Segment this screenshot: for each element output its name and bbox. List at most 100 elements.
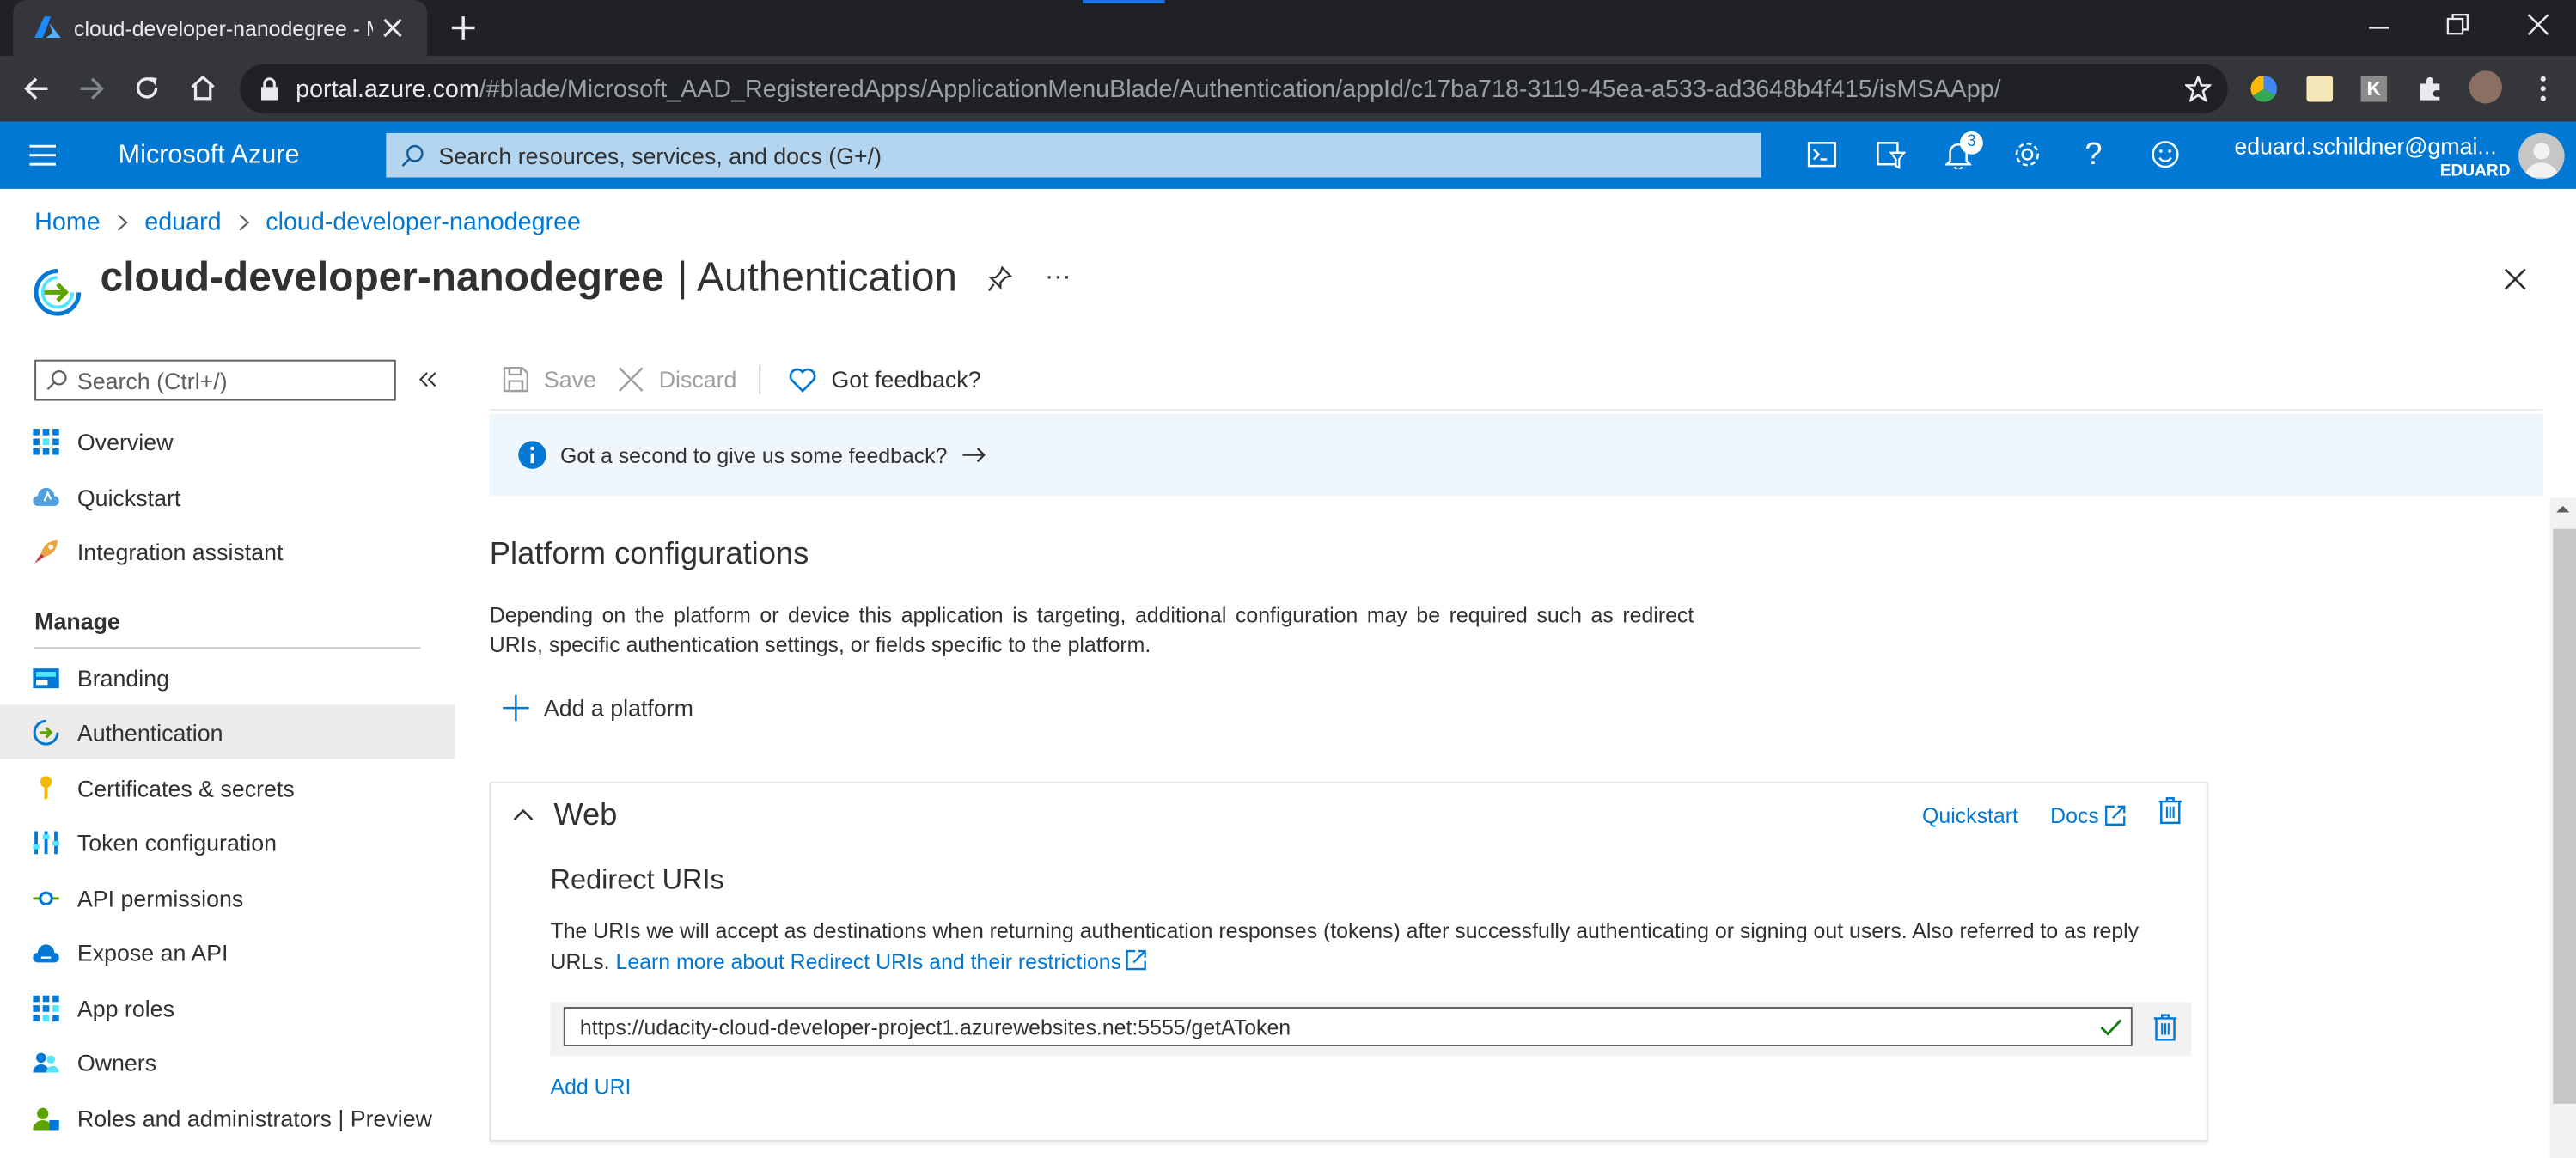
sidebar-item-authentication[interactable]: Authentication xyxy=(0,704,455,759)
sidebar-item-token-configuration[interactable]: Token configuration xyxy=(0,814,455,868)
profile-avatar[interactable] xyxy=(2469,70,2502,104)
azure-top-bar: Microsoft Azure Search resources, servic… xyxy=(0,121,2576,189)
sidebar-item-roles-administrators[interactable]: Roles and administrators | Preview xyxy=(0,1091,455,1145)
tab-close-icon[interactable] xyxy=(382,18,402,38)
sidebar-divider xyxy=(34,647,421,649)
breadcrumb-app[interactable]: cloud-developer-nanodegree xyxy=(266,209,581,237)
breadcrumb-home[interactable]: Home xyxy=(34,209,101,237)
sidebar-item-label: Expose an API xyxy=(76,938,229,966)
save-icon xyxy=(503,367,528,393)
redirect-uris-description: The URIs we will accept as destinations … xyxy=(551,915,2152,978)
sidebar-item-app-roles[interactable]: App roles xyxy=(0,980,455,1034)
sidebar-item-label: Token configuration xyxy=(76,828,278,856)
home-icon[interactable] xyxy=(189,74,217,102)
window-close-icon[interactable] xyxy=(2527,13,2550,36)
sidebar-search-input[interactable]: Search (Ctrl+/) xyxy=(34,359,396,401)
add-uri-link[interactable]: Add URI xyxy=(551,1074,632,1099)
extension-notes-icon[interactable] xyxy=(2306,75,2334,102)
browser-tab[interactable]: cloud-developer-nanodegree - Microsoft A… xyxy=(13,0,428,57)
pin-icon[interactable] xyxy=(987,265,1012,293)
collapse-chevron-up-icon[interactable] xyxy=(513,808,534,821)
sidebar-item-certificates[interactable]: Certificates & secrets xyxy=(0,760,455,814)
web-docs-link[interactable]: Docs xyxy=(2050,803,2125,828)
settings-gear-icon[interactable] xyxy=(2012,140,2042,169)
learn-more-redirect-link[interactable]: Learn more about Redirect URIs and their… xyxy=(616,949,1122,974)
overview-grid-icon xyxy=(33,428,59,454)
redirect-uri-row: https://udacity-cloud-developer-project1… xyxy=(550,1002,2192,1057)
sidebar-item-label: Roles and administrators | Preview xyxy=(76,1104,432,1131)
new-tab-icon[interactable] xyxy=(450,15,477,41)
extension-drive-icon[interactable] xyxy=(2250,75,2278,102)
arrow-right-icon xyxy=(961,448,986,463)
lock-icon[interactable] xyxy=(259,77,279,101)
azure-brand[interactable]: Microsoft Azure xyxy=(119,141,300,170)
command-separator xyxy=(759,364,761,394)
sidebar-item-label: Authentication xyxy=(76,718,223,746)
app-roles-grid-icon xyxy=(33,994,59,1021)
reload-icon[interactable] xyxy=(133,74,162,102)
scrollbar-thumb[interactable] xyxy=(2553,528,2576,1104)
redirect-uri-input[interactable]: https://udacity-cloud-developer-project1… xyxy=(563,1007,2133,1046)
sidebar-item-branding[interactable]: Branding xyxy=(0,650,455,704)
save-label: Save xyxy=(543,366,596,393)
breadcrumb-chevron-icon xyxy=(117,214,128,232)
tab-title: cloud-developer-nanodegree - Microsoft A… xyxy=(74,15,373,40)
user-avatar[interactable] xyxy=(2518,132,2565,180)
sidebar-item-quickstart[interactable]: Quickstart xyxy=(0,470,455,524)
sidebar-item-expose-api[interactable]: Expose an API xyxy=(0,924,455,978)
global-search-input[interactable]: Search resources, services, and docs (G+… xyxy=(386,132,1761,178)
sidebar-item-api-permissions[interactable]: API permissions xyxy=(0,870,455,924)
delete-platform-trash-icon[interactable] xyxy=(2158,796,2182,825)
bookmark-star-icon[interactable] xyxy=(2184,75,2212,102)
extensions-puzzle-icon[interactable] xyxy=(2417,76,2444,102)
content-scrollbar[interactable] xyxy=(2549,497,2576,1158)
platform-configurations-description: Depending on the platform or device this… xyxy=(489,602,1694,657)
external-link-icon xyxy=(1125,949,1145,971)
cloud-shell-icon[interactable] xyxy=(1807,141,1836,168)
got-feedback-button[interactable]: Got feedback? xyxy=(789,363,981,396)
extension-k-icon[interactable]: K xyxy=(2360,75,2388,102)
close-blade-icon[interactable] xyxy=(2504,268,2527,291)
collapse-sidebar-icon[interactable] xyxy=(418,371,437,387)
restore-icon[interactable] xyxy=(2446,13,2469,36)
azure-favicon-icon xyxy=(34,16,61,40)
sidebar-item-integration-assistant[interactable]: Integration assistant xyxy=(0,524,455,578)
heart-icon xyxy=(789,367,816,392)
web-quickstart-link[interactable]: Quickstart xyxy=(1922,803,2018,828)
page-title: cloud-developer-nanodegree | Authenticat… xyxy=(101,254,957,302)
user-email[interactable]: eduard.schildner@gmai... xyxy=(2234,133,2496,160)
chrome-menu-icon[interactable] xyxy=(2540,76,2547,102)
sidebar-item-owners[interactable]: Owners xyxy=(0,1035,455,1089)
save-button[interactable]: Save xyxy=(503,363,596,396)
quickstart-cloud-icon xyxy=(33,486,59,505)
tab-drag-indicator xyxy=(1083,0,1165,3)
web-platform-card: Web Quickstart Docs Redirect URIs The UR… xyxy=(489,782,2208,1142)
back-icon[interactable] xyxy=(23,76,50,102)
expose-api-cloud-icon xyxy=(33,943,59,962)
delete-uri-trash-icon[interactable] xyxy=(2153,1014,2177,1042)
address-bar[interactable]: portal.azure.com/#blade/Microsoft_AAD_Re… xyxy=(240,64,2228,113)
minimize-icon[interactable] xyxy=(2367,16,2390,40)
page-title-section: | Authentication xyxy=(676,254,958,301)
search-icon xyxy=(401,143,424,167)
discard-icon xyxy=(618,367,644,392)
scroll-up-icon[interactable] xyxy=(2549,497,2576,521)
directory-filter-icon[interactable] xyxy=(1877,140,1906,169)
global-search-placeholder: Search resources, services, and docs (G+… xyxy=(438,142,882,168)
forward-icon[interactable] xyxy=(79,76,106,102)
owners-people-icon xyxy=(33,1051,59,1072)
more-actions-icon[interactable]: ··· xyxy=(1045,263,1071,292)
browser-toolbar: portal.azure.com/#blade/Microsoft_AAD_Re… xyxy=(0,56,2576,122)
sidebar-item-label: Branding xyxy=(76,664,170,691)
url-host: portal.azure.com xyxy=(296,74,479,103)
breadcrumb-directory[interactable]: eduard xyxy=(144,209,221,237)
info-icon xyxy=(518,441,546,469)
feedback-banner[interactable]: Got a second to give us some feedback? xyxy=(489,413,2543,497)
sidebar-search-placeholder: Search (Ctrl+/) xyxy=(76,367,228,393)
portal-menu-icon[interactable] xyxy=(29,144,57,166)
help-icon[interactable]: ? xyxy=(2085,138,2102,174)
sidebar-item-overview[interactable]: Overview xyxy=(0,414,455,468)
add-platform-button[interactable]: Add a platform xyxy=(503,692,693,724)
feedback-smiley-icon[interactable] xyxy=(2151,140,2180,169)
discard-button[interactable]: Discard xyxy=(618,363,736,396)
